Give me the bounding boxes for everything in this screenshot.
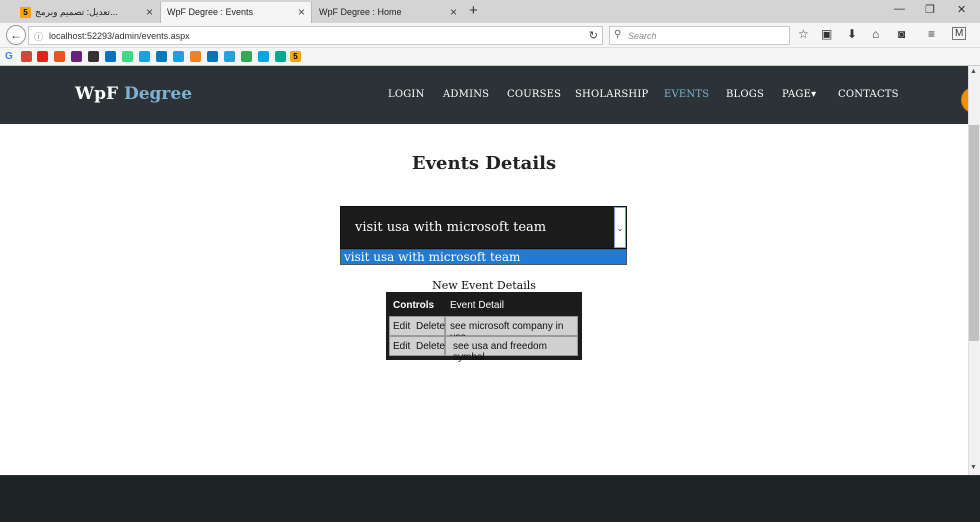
stackoverflow-icon[interactable] [190, 51, 201, 62]
info-icon: ⓘ [34, 32, 44, 42]
bookmark-star-icon[interactable]: ☆ [798, 27, 809, 41]
extension-icon[interactable]: M [952, 27, 967, 40]
grid-header-controls: Controls [393, 300, 435, 311]
table-row-controls: Edit Delete [389, 336, 445, 356]
logo-main: WpF [75, 84, 119, 104]
tab-events[interactable]: WpF Degree : Events × [160, 2, 312, 23]
grid-header-event-detail: Event Detail [450, 300, 504, 311]
close-window-icon[interactable]: ✕ [957, 3, 966, 16]
android-icon[interactable] [122, 51, 133, 62]
nav-login[interactable]: LOGIN [388, 89, 425, 100]
pocket-icon[interactable]: ◙ [898, 27, 905, 41]
bookmark-5-icon[interactable]: 5 [290, 51, 301, 62]
site-footer [0, 475, 980, 522]
scrollbar-thumb[interactable] [969, 125, 979, 341]
ubuntu-icon[interactable] [275, 51, 286, 62]
delete-link[interactable]: Delete [416, 321, 445, 332]
browser-chrome: 5 تعديل: تصميم وبرمج... × WpF Degree : Ev… [0, 0, 980, 66]
event-detail-text: see usa and freedom symbol [453, 341, 547, 363]
o-icon[interactable] [241, 51, 252, 62]
back-arrow-icon[interactable]: ← [6, 25, 26, 45]
tab-favicon-5-icon: 5 [20, 7, 31, 18]
dropdown-list: visit usa with microsoft team [340, 249, 627, 265]
section-label: New Event Details [432, 279, 536, 292]
close-tab-icon[interactable]: × [146, 5, 153, 19]
trello-icon[interactable] [156, 51, 167, 62]
nav-admins[interactable]: ADMINS [443, 89, 489, 100]
url-text: localhost:52293/admin/events.aspx [49, 31, 190, 41]
yammer-icon[interactable] [258, 51, 269, 62]
xamarin-icon[interactable] [105, 51, 116, 62]
scroll-up-icon[interactable]: ▲ [970, 68, 977, 75]
tab-label: WpF Degree : Events [167, 7, 254, 17]
restore-icon[interactable]: ❐ [925, 3, 935, 16]
windows-icon[interactable] [54, 51, 65, 62]
tab-strip: 5 تعديل: تصميم وبرمج... × WpF Degree : Ev… [0, 0, 980, 23]
w3c-icon[interactable] [139, 51, 150, 62]
site-header: WpF Degree LOGIN ADMINS COURSES SHOLARSH… [0, 66, 968, 124]
delete-link[interactable]: Delete [416, 341, 445, 352]
logo-accent: Degree [123, 84, 193, 104]
linkedin-icon[interactable] [207, 51, 218, 62]
table-row-detail: see microsoft company in usa [445, 316, 578, 343]
nav-contacts[interactable]: CONTACTS [838, 89, 899, 100]
home-icon[interactable]: ⌂ [872, 27, 879, 41]
edit-link[interactable]: Edit [393, 341, 410, 352]
minimize-icon[interactable]: — [894, 3, 905, 15]
close-tab-icon[interactable]: × [298, 5, 305, 19]
events-grid: Controls Event Detail Edit Delete see mi… [386, 292, 582, 363]
search-input[interactable]: ⚲ Search [609, 26, 790, 45]
search-placeholder: Search [628, 31, 657, 41]
b-icon[interactable] [224, 51, 235, 62]
youtube-icon[interactable] [37, 51, 48, 62]
page-title: Events Details [411, 153, 557, 174]
search-icon: ⚲ [614, 29, 622, 40]
site-logo[interactable]: WpF Degree [75, 84, 192, 104]
table-row-detail: see usa and freedom symbol [445, 336, 578, 363]
edit-link[interactable]: Edit [393, 321, 410, 332]
url-bar[interactable]: ⓘ localhost:52293/admin/events.aspx ↻ [28, 26, 603, 45]
github-icon[interactable] [88, 51, 99, 62]
close-tab-icon[interactable]: × [450, 5, 457, 19]
reload-icon[interactable]: ↻ [589, 29, 598, 42]
nav-page-dropdown[interactable]: PAGE▾ [782, 89, 816, 100]
bookmarks-bar: G 5 [0, 48, 980, 66]
nav-toolbar: ← ⓘ localhost:52293/admin/events.aspx ↻ … [0, 23, 980, 48]
tab-label: تعديل: تصميم وبرمج... [35, 7, 118, 17]
clipboard-icon[interactable]: ▣ [821, 27, 832, 41]
tab-label: WpF Degree : Home [319, 7, 402, 17]
new-tab-icon[interactable]: + [469, 2, 478, 19]
chevron-down-icon[interactable]: ⌄ [614, 207, 626, 248]
nav-scholarship[interactable]: SHOLARSHIP [575, 89, 648, 100]
table-row-controls: Edit Delete [389, 316, 445, 336]
menu-icon[interactable]: ≡ [928, 27, 935, 41]
download-icon[interactable]: ⬇ [847, 27, 857, 41]
nav-blogs[interactable]: BLOGS [726, 89, 764, 100]
dropdown-option[interactable]: visit usa with microsoft team [344, 250, 520, 264]
google-icon[interactable]: G [5, 51, 16, 62]
event-select[interactable]: visit usa with microsoft team [340, 206, 627, 249]
visual-studio-icon[interactable] [71, 51, 82, 62]
nav-courses[interactable]: COURSES [507, 89, 561, 100]
scroll-down-icon[interactable]: ▼ [970, 464, 977, 471]
tab-arabic[interactable]: 5 تعديل: تصميم وبرمج... × [14, 2, 159, 23]
nav-events[interactable]: EVENTS [664, 89, 709, 100]
tab-home[interactable]: WpF Degree : Home × [313, 2, 463, 23]
mvc-icon[interactable] [173, 51, 184, 62]
gmail-icon[interactable] [21, 51, 32, 62]
